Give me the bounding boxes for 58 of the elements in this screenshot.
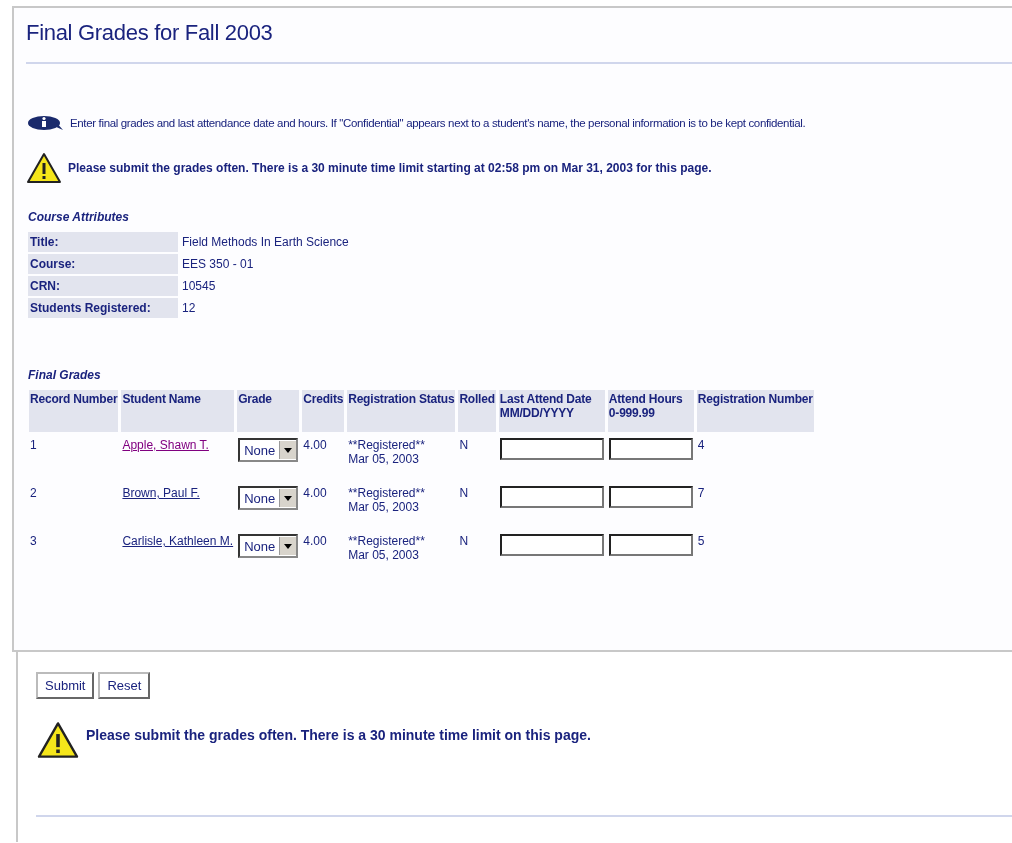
page-title: Final Grades for Fall 2003 — [26, 20, 274, 46]
grade-dropdown[interactable]: None — [238, 486, 299, 510]
table-cell: **Registered** Mar 05, 2003 — [348, 534, 425, 562]
student-link[interactable]: Carlisle, Kathleen M. — [122, 534, 234, 548]
column-header: Grade — [237, 390, 300, 432]
caret-icon — [284, 543, 293, 549]
hours-field[interactable] — [608, 534, 693, 556]
caret-icon — [284, 447, 293, 453]
attribute-label: Students Registered: — [28, 298, 178, 318]
table-cell: 7 — [697, 486, 705, 500]
column-header: Record Number — [29, 390, 119, 432]
student-link[interactable]: Brown, Paul F. — [122, 486, 200, 500]
attribute-label: Course: — [28, 254, 178, 274]
column-header: Student Name — [121, 390, 235, 432]
table-cell: N — [459, 486, 469, 500]
date-field[interactable] — [499, 486, 604, 508]
table-cell: 4.00 — [303, 438, 327, 452]
table-cell: 4.00 — [303, 534, 327, 548]
hours-field[interactable] — [608, 438, 693, 460]
table-cell: 4.00 — [303, 486, 327, 500]
table-cell: **Registered** Mar 05, 2003 — [348, 486, 425, 514]
warning-icon — [26, 152, 62, 184]
info-icon — [26, 114, 64, 132]
info-message: Enter final grades and last attendance date and hours. If "Confidential" appears next to a student's name, the personal information is to be kept confidential. — [70, 117, 806, 129]
column-header: Attend Hours 0-999.99 — [607, 390, 694, 432]
table-cell: 4 — [697, 438, 705, 452]
date-field[interactable] — [499, 438, 604, 460]
attribute-value: Field Methods In Earth Science — [181, 234, 350, 251]
table-cell: **Registered** Mar 05, 2003 — [348, 438, 425, 466]
warning-message: Please submit the grades often. There is a 30 minute time limit on this page. — [86, 727, 591, 743]
warning-icon — [36, 721, 80, 759]
table-cell: 5 — [697, 534, 705, 548]
column-header: Credits — [302, 390, 345, 432]
table-cell: 1 — [30, 438, 37, 452]
table-cell: N — [459, 438, 469, 452]
hours-field[interactable] — [608, 486, 693, 508]
attribute-value: 10545 — [181, 278, 217, 295]
attribute-value: 12 — [181, 300, 197, 317]
attribute-value: EES 350 - 01 — [181, 256, 255, 273]
table-cell: 3 — [30, 534, 37, 548]
date-field[interactable] — [499, 534, 604, 556]
column-header: Last Attend Date MM/DD/YYYY — [498, 390, 605, 432]
attribute-label: CRN: — [28, 276, 178, 296]
warning-message: Please submit the grades often. There is a 30 minute time limit starting at 02:58 pm on Mar 31, 2003 for this page. — [68, 161, 712, 175]
section-heading: Course Attributes — [28, 210, 130, 224]
grade-dropdown[interactable]: None — [238, 438, 299, 462]
column-header: Registration Number — [696, 390, 814, 432]
form-button[interactable]: Reset — [98, 672, 151, 699]
grade-dropdown[interactable]: None — [238, 534, 299, 558]
student-link[interactable]: Apple, Shawn T. — [122, 438, 209, 452]
section-heading: Final Grades — [28, 368, 102, 382]
attribute-label: Title: — [28, 232, 178, 252]
form-button[interactable]: Submit — [36, 672, 95, 699]
caret-icon — [284, 495, 293, 501]
table-cell: 2 — [30, 486, 37, 500]
column-header: Registration Status — [347, 390, 456, 432]
column-header: Rolled — [458, 390, 496, 432]
table-cell: N — [459, 534, 469, 548]
